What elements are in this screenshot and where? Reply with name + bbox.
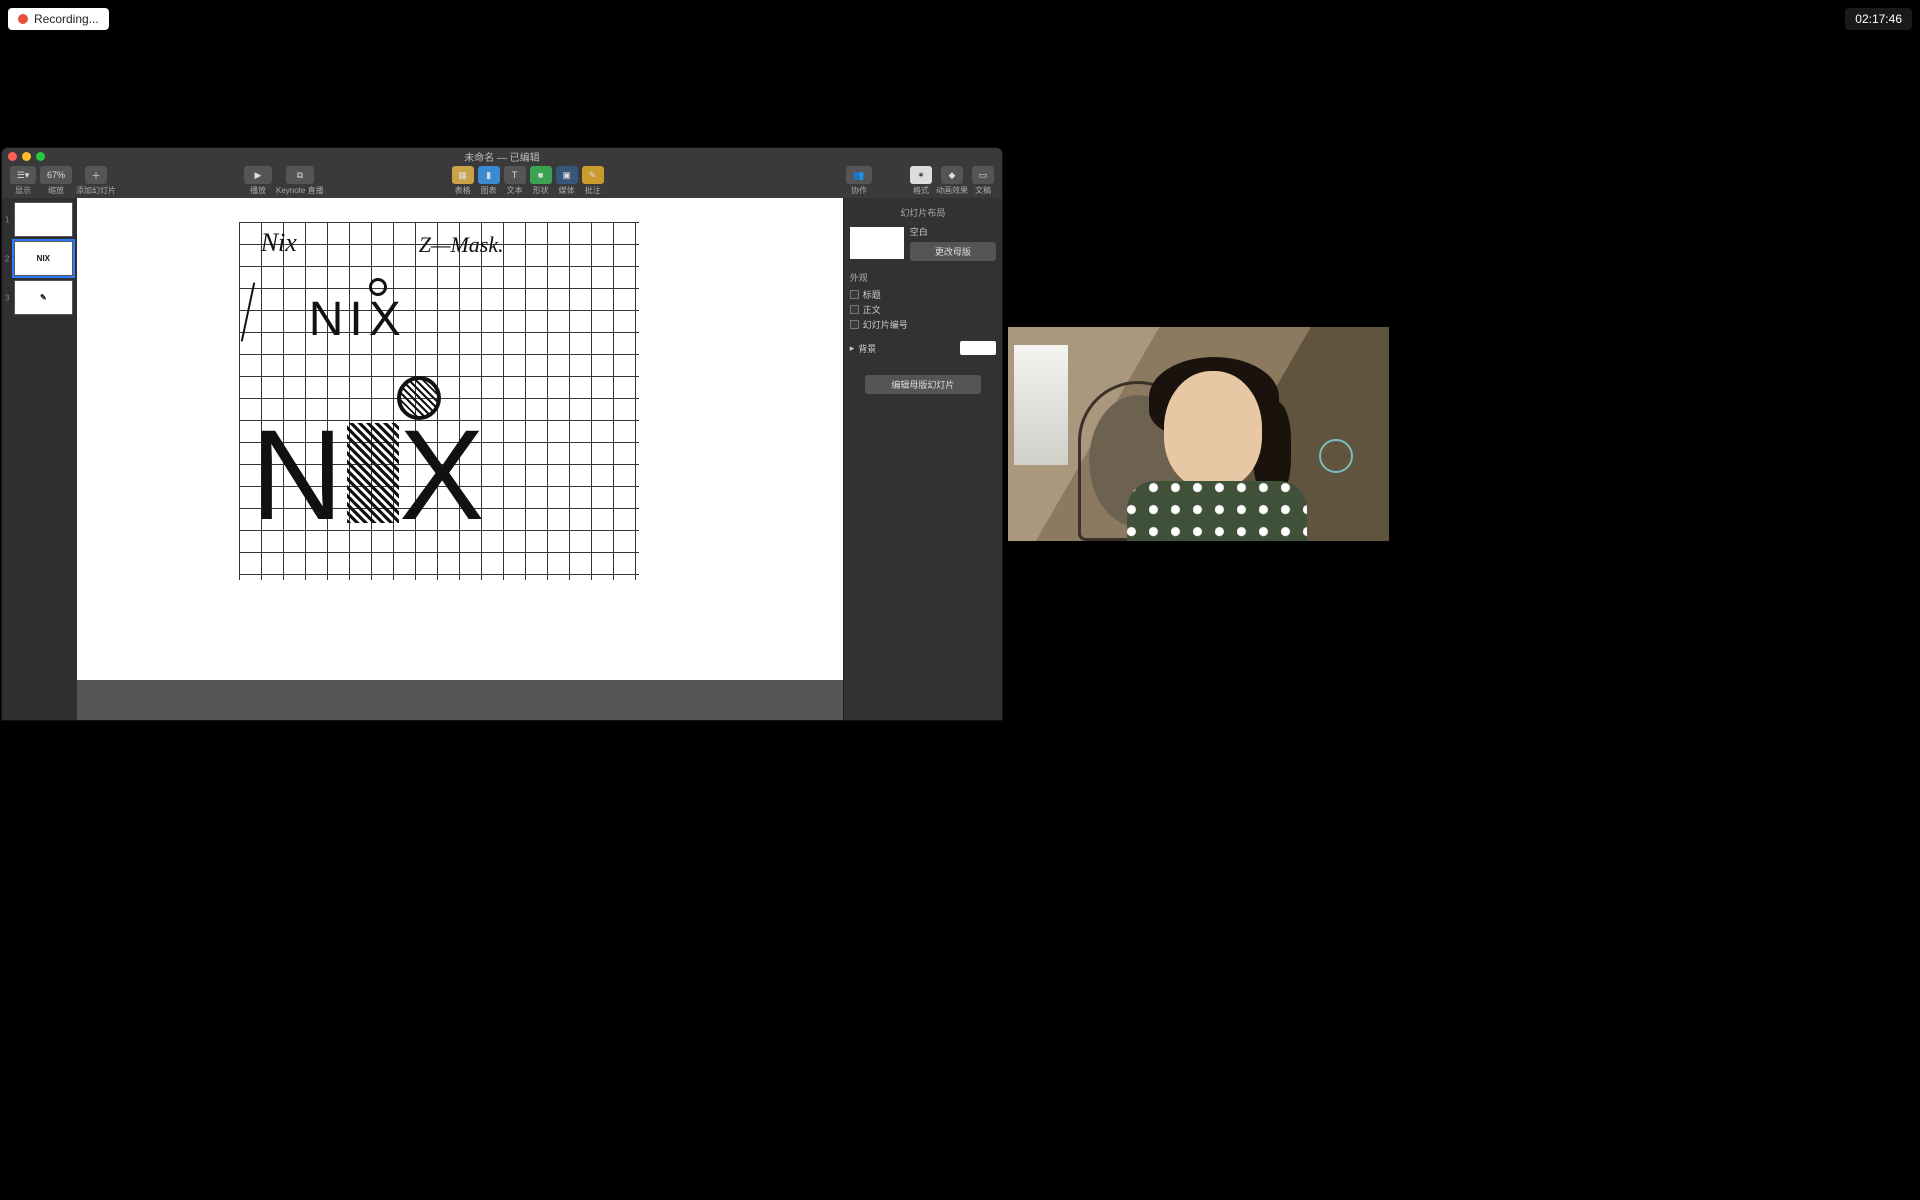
keynote-window: 未命名 — 已编辑 ☰▾ 显示 67% 缩放 ＋ 添加幻灯片 ▶ 播放 ⧉ Ke… xyxy=(2,148,1002,720)
media-button[interactable]: ▣ xyxy=(556,166,578,184)
toolbar: ☰▾ 显示 67% 缩放 ＋ 添加幻灯片 ▶ 播放 ⧉ Keynote 直播 ▦… xyxy=(2,164,1002,198)
maximize-icon[interactable] xyxy=(36,152,45,161)
window-title: 未命名 — 已编辑 xyxy=(464,149,540,164)
slide-number-checkbox-row[interactable]: 幻灯片编号 xyxy=(850,318,996,331)
checkbox-icon[interactable] xyxy=(850,320,859,329)
slide-thumb-2[interactable]: 2 NIX xyxy=(6,241,73,276)
background-swatch[interactable] xyxy=(960,341,996,355)
change-master-button[interactable]: 更改母版 xyxy=(910,242,996,261)
timer-value: 02:17:46 xyxy=(1855,12,1902,26)
format-inspector: 幻灯片布局 空白 更改母版 外观 标题 正文 幻灯片编号 ▸背景 编辑母版幻灯片 xyxy=(843,198,1002,720)
slide-thumb-3[interactable]: 3 ✎ xyxy=(6,280,73,315)
play-label: 播放 xyxy=(250,185,266,196)
document-tab[interactable]: ▭ xyxy=(972,166,994,184)
keynote-live-label: Keynote 直播 xyxy=(276,185,324,196)
window-controls xyxy=(8,152,45,161)
sketch-note-right: Z—Mask. xyxy=(419,232,504,258)
add-slide-label: 添加幻灯片 xyxy=(76,185,116,196)
text-button[interactable]: T xyxy=(504,166,526,184)
titlebar[interactable]: 未命名 — 已编辑 xyxy=(2,148,1002,164)
chart-button[interactable]: ▮ xyxy=(478,166,500,184)
body-checkbox-row[interactable]: 正文 xyxy=(850,303,996,316)
edit-master-slide-button[interactable]: 编辑母版幻灯片 xyxy=(865,375,981,394)
recording-indicator: Recording... xyxy=(8,8,109,30)
webcam-feed xyxy=(1008,327,1389,541)
shape-button[interactable]: ■ xyxy=(530,166,552,184)
format-tab[interactable]: ✶ xyxy=(910,166,932,184)
collaborate-button[interactable]: 👥 xyxy=(846,166,872,184)
recording-timer: 02:17:46 xyxy=(1845,8,1912,30)
sketch-note-left: Nix xyxy=(261,228,297,258)
minimize-icon[interactable] xyxy=(22,152,31,161)
appearance-section: 外观 xyxy=(850,271,996,284)
background-accordion[interactable]: ▸背景 xyxy=(850,341,996,355)
slide[interactable]: Nix Z—Mask. NIX NX xyxy=(77,198,843,680)
recording-dot-icon xyxy=(18,14,28,24)
slide-canvas-area[interactable]: Nix Z—Mask. NIX NX xyxy=(77,198,843,720)
animate-tab[interactable]: ◆ xyxy=(941,166,963,184)
play-button[interactable]: ▶ xyxy=(244,166,272,184)
layout-name: 空白 xyxy=(910,225,996,238)
title-checkbox-row[interactable]: 标题 xyxy=(850,288,996,301)
slide-thumb-1[interactable]: 1 xyxy=(6,202,73,237)
add-slide-button[interactable]: ＋ xyxy=(85,166,107,184)
slide-navigator[interactable]: 1 2 NIX 3 ✎ xyxy=(2,198,77,720)
layout-preview[interactable] xyxy=(850,227,904,259)
close-icon[interactable] xyxy=(8,152,17,161)
view-button[interactable]: ☰▾ xyxy=(10,166,36,184)
room-window xyxy=(1014,345,1068,465)
view-label: 显示 xyxy=(15,185,31,196)
sketch-image[interactable]: Nix Z—Mask. NIX NX xyxy=(239,222,639,580)
keynote-live-button[interactable]: ⧉ xyxy=(286,166,314,184)
table-button[interactable]: ▦ xyxy=(452,166,474,184)
chevron-right-icon: ▸ xyxy=(850,343,855,354)
nix-large-text: NX xyxy=(251,412,489,540)
inspector-header: 幻灯片布局 xyxy=(850,206,996,219)
zoom-button[interactable]: 67% xyxy=(40,166,72,184)
presenter xyxy=(1109,351,1319,541)
checkbox-icon[interactable] xyxy=(850,290,859,299)
comment-button[interactable]: ✎ xyxy=(582,166,604,184)
recording-label: Recording... xyxy=(34,12,99,26)
room-fan xyxy=(1319,439,1353,473)
checkbox-icon[interactable] xyxy=(850,305,859,314)
pencil-mark-icon xyxy=(240,282,254,341)
nix-medium-text: NIX xyxy=(309,292,407,347)
zoom-label: 缩放 xyxy=(48,185,64,196)
